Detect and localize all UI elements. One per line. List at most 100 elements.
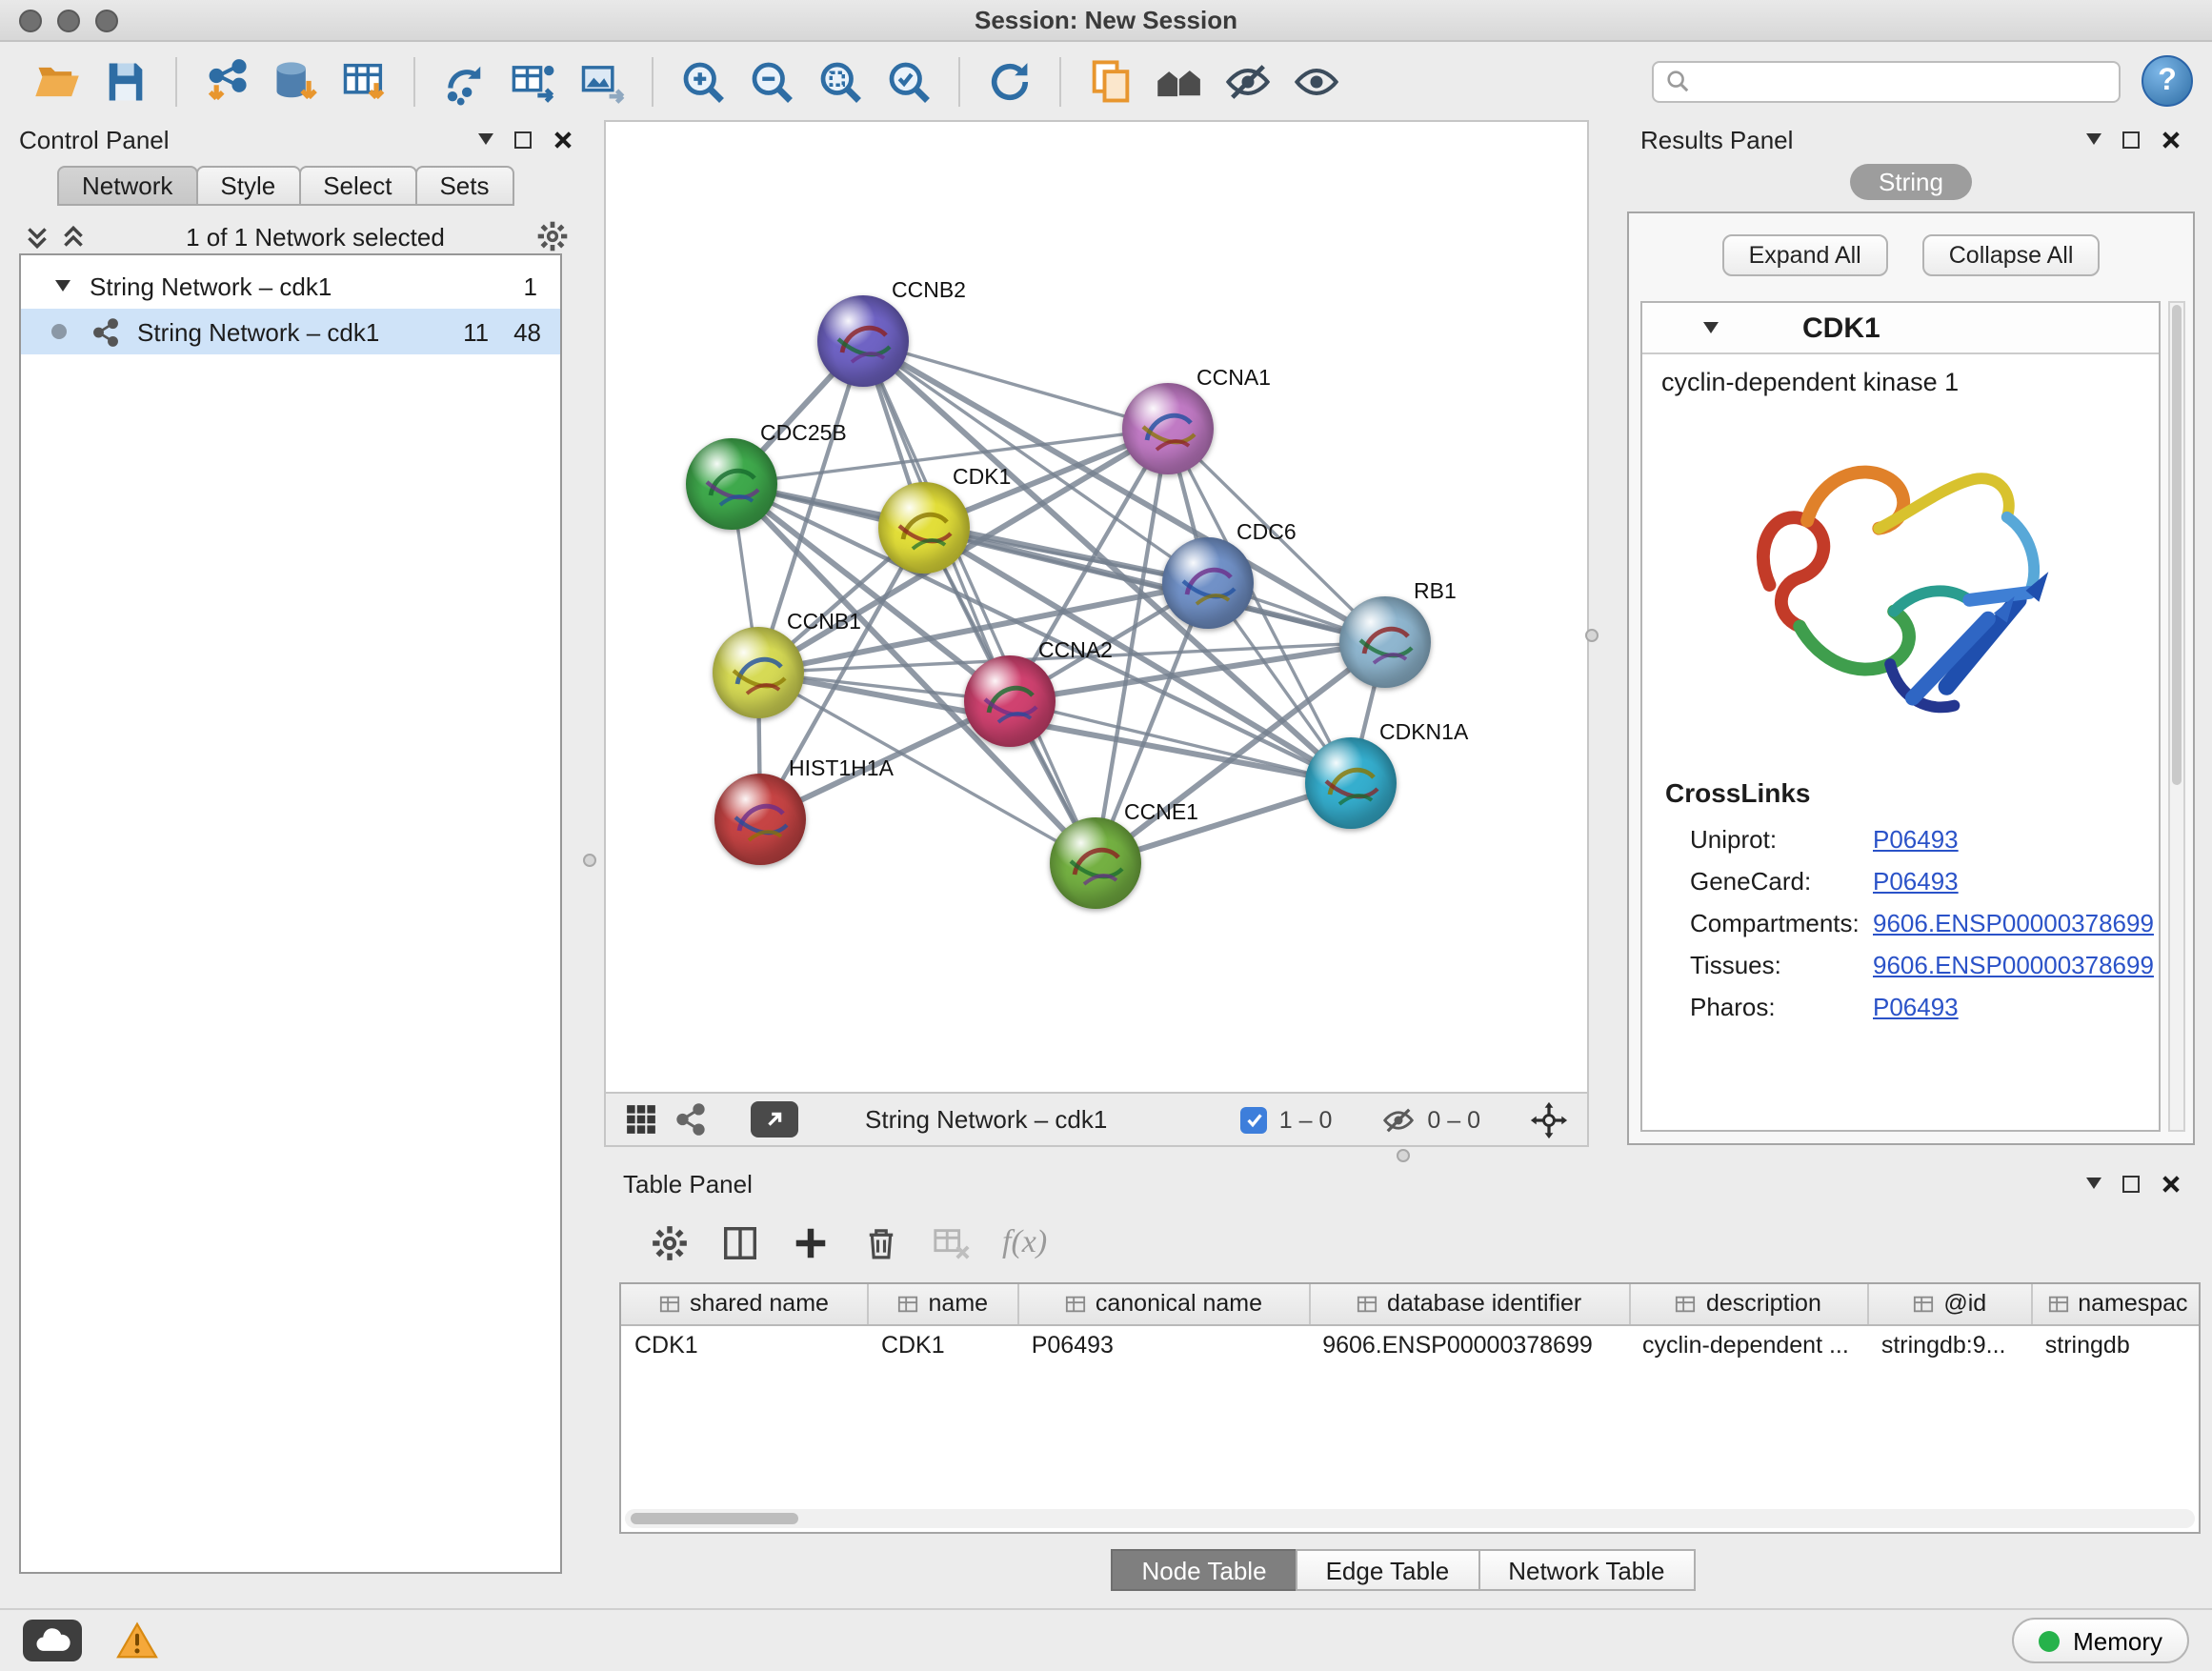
network-node-ccna1[interactable] (1122, 383, 1214, 474)
trash-icon[interactable] (861, 1222, 901, 1262)
crosslink-link[interactable]: P06493 (1873, 825, 2154, 854)
column-header-shared-name[interactable]: shared name (621, 1284, 868, 1324)
save-session-button[interactable] (91, 50, 160, 111)
table-row[interactable]: CDK1CDK1P064939606.ENSP00000378699cyclin… (621, 1324, 2201, 1361)
float-panel-icon[interactable] (478, 133, 493, 145)
results-scrollbar[interactable] (2168, 301, 2185, 1132)
table-cell[interactable]: CDK1 (868, 1324, 1018, 1361)
network-edges[interactable] (606, 122, 1587, 1092)
table-cell[interactable]: CDK1 (621, 1324, 868, 1361)
gear-icon[interactable] (535, 219, 570, 253)
splitter-handle[interactable] (1585, 629, 1599, 642)
network-node-ccnb1[interactable] (713, 627, 804, 718)
close-panel-icon[interactable] (2161, 129, 2182, 150)
refresh-button[interactable] (975, 50, 1044, 111)
protein-section-header[interactable]: CDK1 (1642, 303, 2159, 354)
warnings-button[interactable] (112, 1618, 162, 1663)
import-network-database-button[interactable] (261, 50, 330, 111)
network-node-hist1h1a[interactable] (714, 774, 806, 865)
tab-sets[interactable]: Sets (414, 166, 513, 206)
tab-network[interactable]: Network (57, 166, 197, 206)
expand-all-button[interactable]: Expand All (1722, 234, 1888, 276)
hide-button[interactable] (1214, 50, 1282, 111)
help-button[interactable]: ? (2142, 55, 2193, 107)
collapse-all-button[interactable]: Collapse All (1922, 234, 2101, 276)
open-session-button[interactable] (23, 50, 91, 111)
section-expander-icon[interactable] (1703, 322, 1719, 333)
column-header-canonical-name[interactable]: canonical name (1018, 1284, 1309, 1324)
tab-select[interactable]: Select (298, 166, 416, 206)
memory-button[interactable]: Memory (2012, 1618, 2189, 1663)
scrollbar-thumb[interactable] (631, 1513, 798, 1524)
table-horizontal-scrollbar[interactable] (625, 1509, 2195, 1528)
tab-string[interactable]: String (1850, 164, 1972, 200)
maximize-panel-icon[interactable] (514, 131, 532, 148)
maximize-panel-icon[interactable] (2122, 131, 2140, 148)
detach-view-button[interactable] (751, 1101, 798, 1137)
network-node-cdk1[interactable] (878, 482, 970, 574)
network-node-ccnb2[interactable] (817, 295, 909, 387)
maximize-panel-icon[interactable] (2122, 1175, 2140, 1192)
add-column-icon[interactable] (791, 1222, 831, 1262)
export-image-button[interactable] (568, 50, 636, 111)
crosslink-link[interactable]: P06493 (1873, 993, 2154, 1021)
window-close-button[interactable] (19, 10, 42, 32)
gear-icon[interactable] (650, 1222, 690, 1262)
tree-expander-icon[interactable] (55, 280, 70, 292)
crosslink-link[interactable]: 9606.ENSP00000378699 (1873, 909, 2154, 937)
close-panel-icon[interactable] (553, 129, 573, 150)
column-header-namespac[interactable]: namespac (2032, 1284, 2201, 1324)
tab-node-table[interactable]: Node Table (1111, 1549, 1297, 1591)
columns-icon[interactable] (720, 1222, 760, 1262)
close-panel-icon[interactable] (2161, 1173, 2182, 1194)
float-panel-icon[interactable] (2086, 1178, 2101, 1189)
splitter-handle[interactable] (1397, 1149, 1410, 1162)
scrollbar-thumb[interactable] (2172, 305, 2182, 784)
network-node-rb1[interactable] (1339, 596, 1431, 688)
zoom-fit-button[interactable] (806, 50, 875, 111)
window-minimize-button[interactable] (57, 10, 80, 32)
selected-checkbox[interactable] (1241, 1106, 1268, 1133)
birdseye-grid-icon[interactable] (625, 1103, 657, 1136)
zoom-out-button[interactable] (737, 50, 806, 111)
network-node-cdc6[interactable] (1162, 537, 1254, 629)
splitter-handle[interactable] (583, 854, 596, 867)
network-node-cdc25b[interactable] (686, 438, 777, 530)
table-cell[interactable]: 9606.ENSP00000378699 (1309, 1324, 1629, 1361)
copy-document-button[interactable] (1076, 50, 1145, 111)
zoom-selected-button[interactable] (875, 50, 943, 111)
table-cell[interactable]: cyclin-dependent ... (1629, 1324, 1868, 1361)
search-input[interactable] (1699, 66, 2107, 96)
float-panel-icon[interactable] (2086, 133, 2101, 145)
tab-edge-table[interactable]: Edge Table (1296, 1549, 1480, 1591)
network-from-table-button[interactable] (499, 50, 568, 111)
cloud-button[interactable] (23, 1620, 82, 1661)
network-collection-row[interactable]: String Network – cdk1 1 (21, 263, 560, 309)
table-cell[interactable]: P06493 (1018, 1324, 1309, 1361)
pan-crosshair-icon[interactable] (1530, 1100, 1568, 1138)
network-row-selected[interactable]: String Network – cdk1 11 48 (21, 309, 560, 354)
crosslink-link[interactable]: P06493 (1873, 867, 2154, 896)
crosslink-link[interactable]: 9606.ENSP00000378699 (1873, 951, 2154, 979)
column-header-description[interactable]: description (1629, 1284, 1868, 1324)
table-cell[interactable]: stringdb (2032, 1324, 2201, 1361)
tab-network-table[interactable]: Network Table (1478, 1549, 1695, 1591)
import-network-file-button[interactable] (192, 50, 261, 111)
network-icon[interactable] (674, 1103, 707, 1136)
tab-style[interactable]: Style (195, 166, 300, 206)
column-header-database-identifier[interactable]: database identifier (1309, 1284, 1629, 1324)
clone-network-button[interactable] (431, 50, 499, 111)
column-header-name[interactable]: name (868, 1284, 1018, 1324)
show-button[interactable] (1282, 50, 1351, 111)
network-canvas[interactable]: CCNB2CCNA1CDC25BCDK1CDC6RB1CCNB1CCNA2CDK… (604, 120, 1589, 1094)
window-zoom-button[interactable] (95, 10, 118, 32)
chevron-double-up-icon[interactable] (59, 222, 88, 251)
table-cell[interactable]: stringdb:9... (1868, 1324, 2032, 1361)
network-node-cdkn1a[interactable] (1305, 737, 1397, 829)
column-header--id[interactable]: @id (1868, 1284, 2032, 1324)
network-node-ccne1[interactable] (1050, 817, 1141, 909)
import-table-button[interactable] (330, 50, 398, 111)
zoom-in-button[interactable] (669, 50, 737, 111)
network-node-ccna2[interactable] (964, 655, 1056, 747)
function-builder-button[interactable]: f(x) (1002, 1223, 1047, 1261)
